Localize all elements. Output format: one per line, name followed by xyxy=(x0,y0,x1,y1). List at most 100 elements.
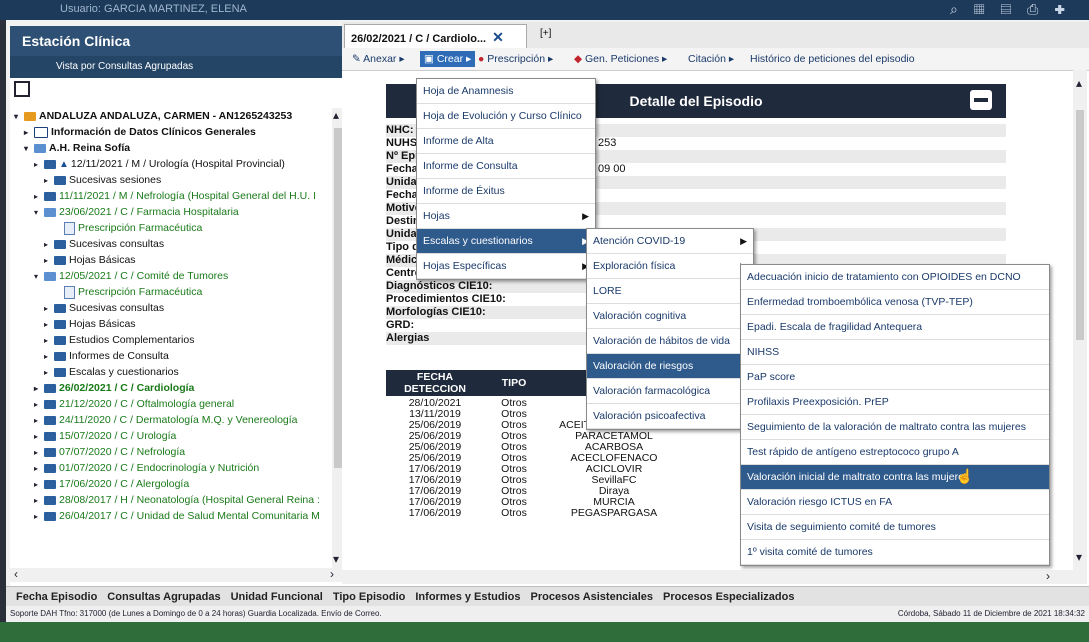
doc-icon[interactable]: ▤ xyxy=(1001,1,1028,17)
chevron-right-icon[interactable]: › xyxy=(1046,569,1050,583)
tree-node[interactable]: ▸ Hojas Básicas xyxy=(10,252,332,268)
tree-node[interactable]: ▸ 11/11/2021 / M / Nefrología (Hospital G… xyxy=(10,188,332,204)
tab-episode[interactable]: 26/02/2021 / C / Cardiolo... ✕ xyxy=(344,24,527,49)
chevron-right-icon[interactable]: ▸ xyxy=(44,237,54,253)
anexar-button[interactable]: ✎ Anexar ▸ xyxy=(352,51,405,67)
chevron-right-icon[interactable]: ▾ xyxy=(14,109,24,125)
chevron-right-icon[interactable]: ▸ xyxy=(34,445,44,461)
tree-node[interactable]: Prescripción Farmacéutica xyxy=(10,220,332,236)
chevron-right-icon[interactable]: ▸ xyxy=(34,429,44,445)
print-icon[interactable]: ⎙ xyxy=(1027,1,1054,17)
bottom-nav-item[interactable]: Procesos Asistenciales xyxy=(531,591,654,603)
chevron-right-icon[interactable]: ▸ xyxy=(44,317,54,333)
tree-node[interactable]: ▸ Sucesivas sesiones xyxy=(10,172,332,188)
crear-button[interactable]: ▣ Crear ▸ xyxy=(420,51,476,67)
menu-item[interactable]: Informe de Consulta xyxy=(417,154,595,179)
chevron-down-icon[interactable]: ▾ xyxy=(24,141,34,157)
menu-item[interactable]: Valoración inicial de maltrato contra la… xyxy=(741,465,1049,490)
chevron-right-icon[interactable]: ▸ xyxy=(34,509,44,525)
tree-node[interactable]: ▸ 01/07/2020 / C / Endocrinología y Nutri… xyxy=(10,460,332,476)
tree-node[interactable]: ▸ Estudios Complementarios xyxy=(10,332,332,348)
menu-item[interactable]: Hoja de Anamnesis xyxy=(417,79,595,104)
menu-item[interactable]: NIHSS xyxy=(741,340,1049,365)
menu-item[interactable]: Hojas Específicas▶ xyxy=(417,254,595,279)
chevron-right-icon[interactable]: ▸ xyxy=(34,157,44,173)
menu-item[interactable]: Hoja de Evolución y Curso Clínico xyxy=(417,104,595,129)
detail-vertical-scrollbar[interactable]: ▴ ▾ xyxy=(1073,70,1087,570)
chevron-right-icon[interactable]: ▸ xyxy=(44,365,54,381)
menu-item[interactable]: LORE xyxy=(587,279,753,304)
menu-item[interactable]: Informe de Éxitus xyxy=(417,179,595,204)
chevron-right-icon[interactable]: › xyxy=(330,567,334,581)
tree-node[interactable]: ▸ 17/06/2020 / C / Alergología xyxy=(10,476,332,492)
chevron-down-icon[interactable]: ▾ xyxy=(1076,550,1082,564)
menu-item[interactable]: Informe de Alta xyxy=(417,129,595,154)
menu-item[interactable]: Enfermedad tromboembólica venosa (TVP-TE… xyxy=(741,290,1049,315)
chevron-right-icon[interactable]: ▸ xyxy=(34,413,44,429)
search-icon[interactable]: ⌕ xyxy=(950,1,974,17)
menu-item[interactable]: Test rápido de antígeno estreptococo gru… xyxy=(741,440,1049,465)
tree-node[interactable]: ▸ Hojas Básicas xyxy=(10,316,332,332)
bottom-nav-item[interactable]: Consultas Agrupadas xyxy=(107,591,220,603)
chevron-right-icon[interactable]: ▸ xyxy=(44,173,54,189)
tree-node[interactable]: ▸ 26/04/2017 / C / Unidad de Salud Mental… xyxy=(10,508,332,524)
menu-item[interactable]: Adecuación inicio de tratamiento con OPI… xyxy=(741,265,1049,290)
tree-node[interactable]: ▾ A.H. Reina Sofía xyxy=(10,140,332,156)
tree-node[interactable]: ▸ 21/12/2020 / C / Oftalmología general xyxy=(10,396,332,412)
tree-node[interactable]: ▸ Escalas y cuestionarios xyxy=(10,364,332,380)
chevron-down-icon[interactable]: ▾ xyxy=(34,205,44,221)
scrollbar-thumb[interactable] xyxy=(334,128,342,468)
printer-icon[interactable] xyxy=(970,90,992,110)
chevron-up-icon[interactable]: ▴ xyxy=(333,108,339,122)
menu-item[interactable]: PaP score xyxy=(741,365,1049,390)
chevron-left-icon[interactable]: ‹ xyxy=(14,567,18,581)
tree-node[interactable]: ▸ 15/07/2020 / C / Urología xyxy=(10,428,332,444)
bottom-nav-item[interactable]: Unidad Funcional xyxy=(231,591,323,603)
menu-item[interactable]: Valoración de riesgos▶ xyxy=(587,354,753,379)
menu-item[interactable]: Atención COVID-19 ▶ xyxy=(587,229,753,254)
chevron-down-icon[interactable]: ▾ xyxy=(34,269,44,285)
tree-node[interactable]: ▾ ANDALUZA ANDALUZA, CARMEN - AN126524325… xyxy=(10,108,332,124)
tree-node[interactable]: ▸ 26/02/2021 / C / Cardiología xyxy=(10,380,332,396)
chevron-right-icon[interactable]: ▸ xyxy=(24,125,34,141)
menu-item[interactable]: 1º visita comité de tumores xyxy=(741,540,1049,565)
menu-item[interactable]: Valoración farmacológica xyxy=(587,379,753,404)
menu-item[interactable]: Valoración cognitiva xyxy=(587,304,753,329)
menu-item[interactable]: Seguimiento de la valoración de maltrato… xyxy=(741,415,1049,440)
menu-item[interactable]: Visita de seguimiento comité de tumores xyxy=(741,515,1049,540)
tree-horizontal-scrollbar[interactable]: ‹ › xyxy=(10,567,345,582)
chevron-down-icon[interactable]: ▾ xyxy=(333,552,339,566)
chevron-right-icon[interactable]: ▸ xyxy=(34,381,44,397)
tree-node[interactable]: ▸ Sucesivas consultas xyxy=(10,300,332,316)
chevron-right-icon[interactable]: ▸ xyxy=(34,189,44,205)
menu-item[interactable]: Valoración riesgo ICTUS en FA xyxy=(741,490,1049,515)
chevron-right-icon[interactable]: ▸ xyxy=(34,461,44,477)
historico-button[interactable]: Histórico de peticiones del episodio xyxy=(750,51,915,67)
tree-node[interactable]: ▸ Sucesivas consultas xyxy=(10,236,332,252)
bottom-nav-item[interactable]: Tipo Episodio xyxy=(333,591,406,603)
chevron-right-icon[interactable]: ▸ xyxy=(44,349,54,365)
chevron-right-icon[interactable]: ▸ xyxy=(44,301,54,317)
new-tab-button[interactable]: [+] xyxy=(540,28,551,39)
chevron-right-icon[interactable]: ▸ xyxy=(44,333,54,349)
chevron-right-icon[interactable]: ▸ xyxy=(34,477,44,493)
tree-node[interactable]: ▾ 23/06/2021 / C / Farmacia Hospitalaria xyxy=(10,204,332,220)
menu-item[interactable]: Valoración de hábitos de vida xyxy=(587,329,753,354)
menu-item[interactable]: Profilaxis Preexposición. PrEP xyxy=(741,390,1049,415)
citacion-button[interactable]: Citación ▸ xyxy=(688,51,734,67)
tree-node[interactable]: ▸ 28/08/2017 / H / Neonatología (Hospital… xyxy=(10,492,332,508)
menu-item[interactable]: Hojas ▶ xyxy=(417,204,595,229)
bottom-nav-item[interactable]: Informes y Estudios xyxy=(415,591,520,603)
chevron-right-icon[interactable]: ▸ xyxy=(34,493,44,509)
scrollbar-thumb[interactable] xyxy=(1076,110,1084,340)
menu-item[interactable]: Escalas y cuestionarios▶ xyxy=(417,229,595,254)
tree-node[interactable]: ▾ 12/05/2021 / C / Comité de Tumores xyxy=(10,268,332,284)
add-icon[interactable]: ✚ xyxy=(1054,1,1081,17)
tree-node[interactable]: Prescripción Farmacéutica xyxy=(10,284,332,300)
menu-item[interactable]: Exploración física▶ xyxy=(587,254,753,279)
menu-item[interactable]: Valoración psicoafectiva xyxy=(587,404,753,429)
tree-node[interactable]: ▸ 24/11/2020 / C / Dermatología M.Q. y Ve… xyxy=(10,412,332,428)
prescripcion-button[interactable]: ● Prescripción ▸ xyxy=(478,51,553,67)
chevron-up-icon[interactable]: ▴ xyxy=(1076,76,1082,90)
close-icon[interactable]: ✕ xyxy=(492,29,504,45)
